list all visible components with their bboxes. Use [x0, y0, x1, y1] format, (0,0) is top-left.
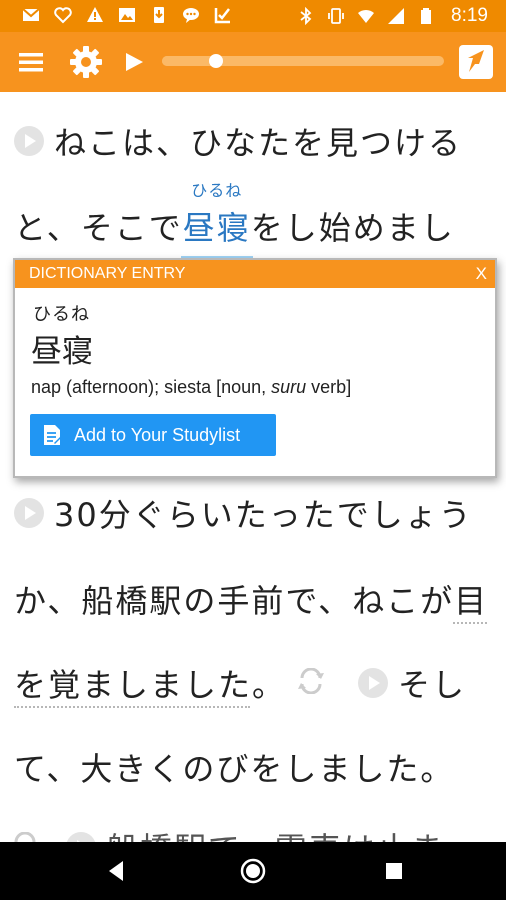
definition-text: verb]: [306, 377, 352, 397]
signal-icon: [388, 8, 405, 24]
bluetooth-icon: [300, 7, 312, 25]
system-icons: 8:19: [297, 5, 488, 27]
sentence-play-icon[interactable]: [14, 126, 44, 156]
notification-icons: [22, 6, 232, 24]
furigana: ひるね: [191, 181, 243, 200]
close-button[interactable]: X: [476, 264, 487, 284]
sentence-line: か、船橋駅の手前で、ねこが目: [14, 576, 488, 622]
dictionary-word: 昼寝: [31, 334, 93, 370]
check-icon: [214, 8, 230, 24]
repeat-icon[interactable]: [296, 664, 326, 702]
dotted-underline: [14, 706, 250, 708]
chat-icon: [183, 8, 199, 23]
battery-icon: [421, 8, 432, 24]
add-to-studylist-button[interactable]: Add to Your Studylist: [30, 414, 276, 456]
sentence-play-icon[interactable]: [66, 832, 96, 842]
sentence-line: ねこは、ひなたを見つける: [14, 118, 462, 164]
download-icon: [154, 7, 164, 23]
sentence-text: て、大きくのびをしました。: [14, 750, 455, 788]
add-to-studylist-label: Add to Your Studylist: [74, 424, 241, 445]
sentence-text: をし始めまし: [250, 209, 455, 247]
sentence-text: そし: [398, 666, 467, 704]
repeat-icon[interactable]: [10, 828, 40, 842]
dotted-underline: [453, 622, 487, 624]
audio-progress-slider[interactable]: [162, 54, 444, 68]
warning-icon: [87, 7, 103, 22]
definition-text: nap (afternoon); siesta [noun,: [31, 377, 272, 397]
dictionary-definition: nap (afternoon); siesta [noun, suru verb…: [31, 377, 351, 398]
play-button[interactable]: [114, 42, 154, 82]
back-icon[interactable]: [103, 858, 129, 884]
play-icon: [126, 53, 143, 71]
settings-icon: [70, 46, 102, 78]
sentence-text: 30分ぐらいたったでしょう: [54, 496, 473, 534]
dictionary-reading: ひるね: [33, 304, 90, 325]
home-icon[interactable]: [240, 858, 266, 884]
sentence-text: ねこは、ひなたを見つける: [54, 124, 463, 162]
settings-button[interactable]: [66, 42, 106, 82]
share-icon: [459, 45, 493, 79]
selected-word[interactable]: ひるね 昼寝: [180, 181, 253, 259]
sentence-line: と、そこで ひるね昼寝 をし始めまし: [14, 181, 455, 259]
recent-apps-icon[interactable]: [381, 858, 407, 884]
sentence-line: て、大きくのびをしました。: [14, 744, 454, 790]
sentence-line: 30分ぐらいたったでしょう: [14, 490, 473, 536]
heart-icon: [54, 7, 72, 24]
dictionary-title: DICTIONARY ENTRY: [29, 265, 186, 282]
sentence-text: か、船橋駅の手前で、ねこが目: [14, 582, 489, 620]
dictionary-popup: DICTIONARY ENTRY X ひるね 昼寝 nap (afternoon…: [13, 258, 497, 478]
vibrate-icon: [328, 8, 344, 24]
sentence-line: 船橋駅で、電車は止ま: [14, 824, 445, 842]
wifi-icon: [358, 9, 375, 23]
selected-word-text: 昼寝: [182, 209, 251, 247]
definition-italic: suru: [271, 377, 307, 397]
status-bar: 8:19: [0, 0, 506, 32]
dictionary-header: DICTIONARY ENTRY X: [15, 260, 495, 288]
sentence-text: 船橋駅で、電車は止ま: [106, 830, 445, 842]
slider-fill: [162, 56, 216, 66]
mail-icon: [22, 8, 40, 21]
image-icon: [119, 8, 135, 22]
sentence-text: を覚ましました。: [14, 666, 287, 704]
studylist-icon: [42, 424, 62, 446]
navigation-bar: [0, 842, 506, 900]
status-time: 8:19: [451, 5, 488, 26]
share-button[interactable]: [456, 42, 496, 82]
sentence-play-icon[interactable]: [14, 498, 44, 528]
sentence-line: を覚ましました。 そし: [14, 660, 466, 706]
menu-icon: [19, 53, 43, 72]
slider-thumb[interactable]: [208, 54, 223, 68]
sentence-text: と、そこで: [14, 209, 183, 247]
menu-button[interactable]: [11, 42, 51, 82]
sentence-play-icon[interactable]: [358, 668, 389, 698]
